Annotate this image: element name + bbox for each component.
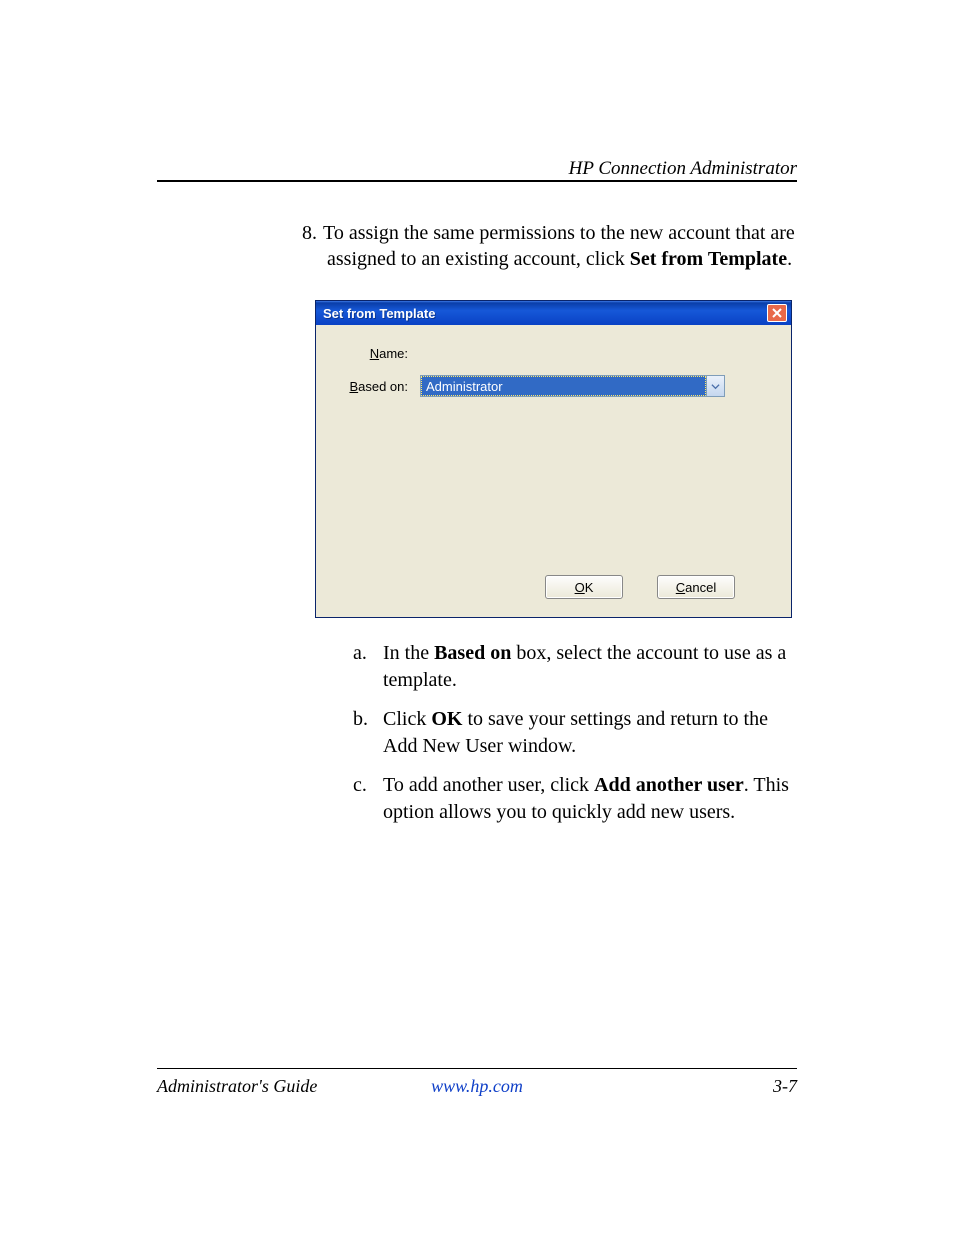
close-button[interactable]: [767, 304, 787, 322]
step-bold: Set from Template: [630, 248, 787, 270]
step-number: 8.: [301, 220, 323, 246]
based-on-label: Based on:: [336, 379, 408, 394]
header-title: HP Connection Administrator: [569, 158, 797, 180]
cancel-button[interactable]: Cancel: [657, 575, 735, 599]
sub-step-c: c. To add another user, click Add anothe…: [353, 772, 797, 826]
dialog-title: Set from Template: [320, 306, 435, 321]
dialog-titlebar[interactable]: Set from Template: [316, 301, 791, 325]
sub-step-b: b. Click OK to save your settings and re…: [353, 706, 797, 760]
sub-letter: c.: [353, 772, 383, 826]
sub-steps: a. In the Based on box, select the accou…: [353, 640, 797, 826]
footer-center-link[interactable]: www.hp.com: [157, 1076, 797, 1097]
header-rule: [157, 180, 797, 182]
sub-step-a: a. In the Based on box, select the accou…: [353, 640, 797, 694]
name-label: Name:: [336, 346, 408, 361]
name-input[interactable]: [420, 343, 725, 363]
based-on-value: Administrator: [421, 376, 706, 396]
step-8: 8.To assign the same permissions to the …: [327, 220, 797, 272]
ok-button[interactable]: OK: [545, 575, 623, 599]
sub-letter: a.: [353, 640, 383, 694]
set-from-template-dialog: Set from Template Name: Based on: Admini…: [315, 300, 792, 618]
step-text-post: .: [787, 248, 792, 270]
based-on-combobox[interactable]: Administrator: [420, 375, 725, 397]
footer-rule: [157, 1068, 797, 1069]
combobox-dropdown-button[interactable]: [706, 376, 724, 396]
close-icon: [772, 308, 782, 318]
sub-letter: b.: [353, 706, 383, 760]
chevron-down-icon: [711, 382, 720, 391]
